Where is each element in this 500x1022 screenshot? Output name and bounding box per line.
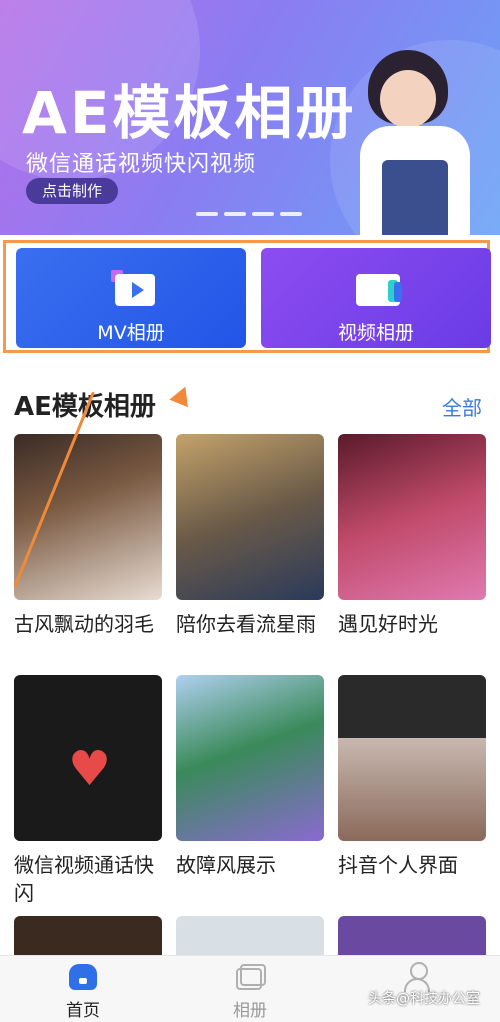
carousel-dot bbox=[252, 212, 274, 216]
section-title: AE模板相册 bbox=[14, 386, 156, 423]
mv-album-icon bbox=[111, 270, 155, 306]
template-card[interactable]: 抖音个人界面 bbox=[338, 675, 486, 879]
mv-album-label: MV相册 bbox=[97, 322, 165, 344]
hero-banner[interactable]: AE模板相册 微信通话视频快闪视频 点击制作 bbox=[0, 0, 500, 235]
template-card-partial[interactable] bbox=[338, 916, 486, 956]
carousel-dot bbox=[280, 212, 302, 216]
template-title: 故障风展示 bbox=[176, 853, 276, 877]
template-title: 古风飘动的羽毛 bbox=[14, 612, 154, 636]
template-card[interactable]: ♥ 微信视频通话快闪 bbox=[14, 675, 162, 907]
template-title: 微信视频通话快闪 bbox=[14, 853, 154, 905]
video-album-label: 视频相册 bbox=[337, 322, 414, 344]
tab-home-label: 首页 bbox=[66, 1001, 100, 1021]
tab-albums-label: 相册 bbox=[233, 1001, 267, 1021]
heart-icon: ♥ bbox=[68, 741, 112, 797]
carousel-indicator bbox=[196, 212, 302, 218]
template-title: 遇见好时光 bbox=[338, 612, 438, 636]
home-icon bbox=[67, 962, 99, 992]
tab-albums[interactable]: 相册 bbox=[205, 962, 295, 1021]
banner-subtitle: 微信通话视频快闪视频 bbox=[26, 152, 257, 177]
template-card[interactable]: 陪你去看流星雨 bbox=[176, 434, 324, 638]
template-card-partial[interactable] bbox=[176, 916, 324, 956]
view-all-link[interactable]: 全部 bbox=[442, 392, 482, 421]
tab-home[interactable]: 首页 bbox=[38, 962, 128, 1021]
template-title: 抖音个人界面 bbox=[338, 853, 458, 877]
template-thumbnail bbox=[176, 675, 324, 841]
template-thumbnail bbox=[14, 434, 162, 600]
template-thumbnail bbox=[338, 675, 486, 841]
mv-album-button[interactable]: MV相册 bbox=[16, 248, 246, 348]
album-icon bbox=[234, 962, 266, 992]
quick-actions-highlight: MV相册 视频相册 bbox=[3, 240, 491, 353]
template-thumbnail bbox=[176, 434, 324, 600]
template-card[interactable]: 遇见好时光 bbox=[338, 434, 486, 638]
carousel-dot bbox=[196, 212, 218, 216]
annotation-arrow-head bbox=[169, 382, 195, 408]
video-album-button[interactable]: 视频相册 bbox=[261, 248, 491, 348]
template-thumbnail bbox=[338, 434, 486, 600]
template-title: 陪你去看流星雨 bbox=[176, 612, 316, 636]
template-card[interactable]: 故障风展示 bbox=[176, 675, 324, 879]
template-card-partial[interactable] bbox=[14, 916, 162, 956]
watermark-text: 头条@科技办公室 bbox=[368, 991, 480, 1007]
template-thumbnail: ♥ bbox=[14, 675, 162, 841]
banner-model-image bbox=[340, 40, 490, 235]
banner-title: AE模板相册 bbox=[22, 79, 357, 147]
create-button[interactable]: 点击制作 bbox=[26, 178, 118, 204]
video-album-icon bbox=[356, 270, 402, 306]
carousel-dot bbox=[224, 212, 246, 216]
